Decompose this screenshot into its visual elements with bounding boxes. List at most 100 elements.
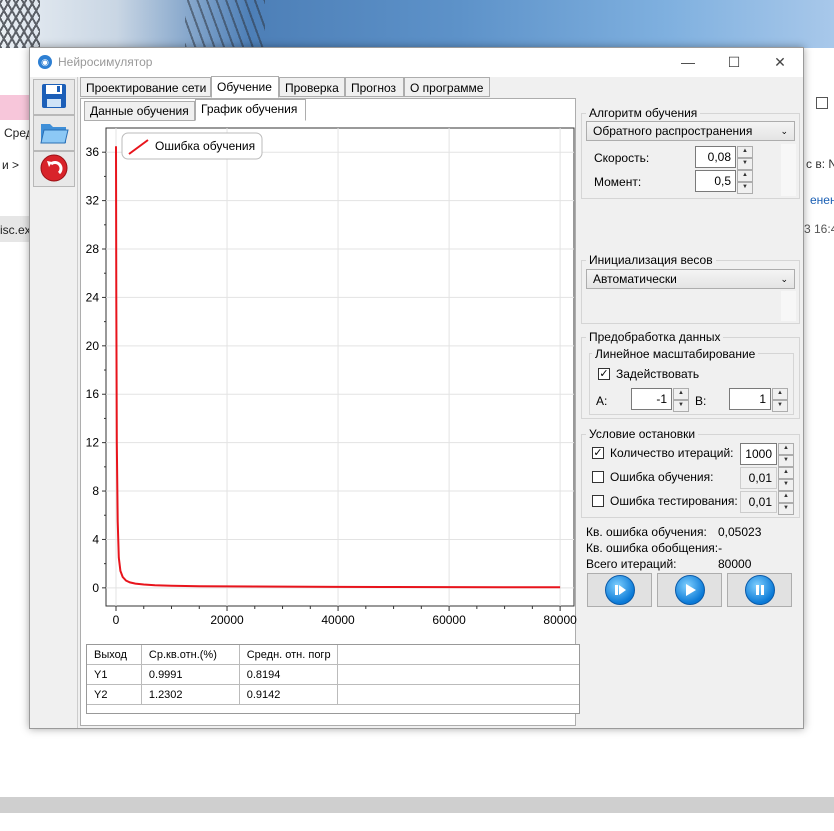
test-error-label: Ошибка тестирования: [610,494,738,508]
iterations-input[interactable]: 1000 [740,443,777,465]
init-weights-select[interactable]: Автоматически ⌄ [586,269,795,289]
table-header-row: Выход Ср.кв.отн.(%) Средн. отн. погр [87,645,579,665]
close-button[interactable]: ✕ [757,48,803,76]
test-error-checkbox[interactable] [592,495,604,507]
algorithm-group-title: Алгоритм обучения [586,106,701,120]
save-icon [40,82,68,113]
background-text: isc.ex [0,223,31,237]
algorithm-selected: Обратного распространения [593,124,753,138]
test-error-input[interactable]: 0,01 [740,491,777,513]
y-tick-label: 8 [92,484,99,498]
algorithm-select[interactable]: Обратного распространения ⌄ [586,121,795,141]
init-weights-selected: Автоматически [593,272,677,286]
b-label: B: [695,394,707,408]
main-area: Проектирование сети Обучение Проверка Пр… [78,76,803,728]
iterations-checkbox[interactable]: ✓ [592,447,604,459]
undo-button[interactable] [33,151,75,187]
train-error-checkbox[interactable] [592,471,604,483]
spin-down-icon: ▼ [778,503,794,515]
title-bar[interactable]: ◉ Нейросимулятор — ☐ ✕ [30,48,803,76]
desktop-wallpaper [0,0,834,48]
open-button[interactable] [33,115,75,151]
table-cell: Y1 [87,664,142,685]
scrollbar[interactable] [781,144,796,196]
subtab-training-chart[interactable]: График обучения [195,99,306,121]
step-icon [604,575,635,605]
spin-up-icon: ▲ [737,146,753,158]
linear-scaling-title: Линейное масштабирование [592,347,759,361]
speed-stepper[interactable]: ▲ ▼ [737,146,753,170]
y-tick-label: 16 [86,387,99,401]
iterations-stepper[interactable]: ▲ ▼ [778,443,794,467]
table-cell: 0.9142 [239,684,338,705]
app-window: ◉ Нейросимулятор — ☐ ✕ Проектирование се… [29,47,804,729]
table-row[interactable]: Y2 1.2302 0.9142 [87,684,579,705]
y-tick-label: 4 [92,532,99,546]
speed-label: Скорость: [594,151,650,165]
save-button[interactable] [33,79,75,115]
background-text: с в: Ns [806,157,834,171]
tab-training[interactable]: Обучение [211,76,279,98]
preprocessing-title: Предобработка данных [586,330,724,344]
x-tick-label: 0 [113,613,120,627]
maximize-button[interactable]: ☐ [711,48,757,76]
a-stepper[interactable]: ▲ ▼ [673,388,689,412]
training-tab-panel: Данные обучения График обучения 0 4 8 12 16 2… [80,98,580,726]
spin-up-icon: ▲ [778,467,794,479]
train-error-stepper[interactable]: ▲ ▼ [778,467,794,491]
spin-down-icon: ▼ [737,182,753,194]
iterations-stat-value: 80000 [718,557,752,571]
stop-condition-title: Условие остановки [586,427,699,441]
table-empty-cell [337,684,579,705]
window-title: Нейросимулятор [58,55,153,69]
y-tick-label: 0 [92,581,99,595]
table-row[interactable]: Y1 0.9991 0.8194 [87,664,579,685]
tab-about[interactable]: О программе [404,77,490,97]
training-chart: 0 4 8 12 16 20 24 28 32 36 0 20000 40000 60000 80000 О… [86,122,580,642]
tab-forecast[interactable]: Прогноз [345,77,404,97]
train-error-label: Ошибка обучения: [610,470,714,484]
b-input[interactable]: 1 [729,388,771,410]
enable-scaling-checkbox[interactable]: ✓ [598,368,610,380]
side-toolbar [30,77,78,728]
a-input[interactable]: -1 [631,388,672,410]
scrollbar[interactable] [781,291,796,321]
init-weights-title: Инициализация весов [586,253,716,267]
pause-button[interactable] [727,573,792,607]
folder-icon [39,118,69,149]
speed-input[interactable]: 0,08 [695,146,736,168]
iterations-label: Количество итераций: [610,446,734,460]
y-tick-label: 24 [86,290,99,304]
tab-network-design[interactable]: Проектирование сети [80,77,211,97]
minimize-button[interactable]: — [665,48,711,76]
table-cell: 0.9991 [141,664,240,685]
column-header: Выход [87,645,142,665]
moment-input[interactable]: 0,5 [695,170,736,192]
a-label: A: [596,394,608,408]
column-header: Средн. отн. погр [239,645,338,665]
test-error-stepper[interactable]: ▲ ▼ [778,491,794,515]
y-tick-label: 32 [86,194,99,208]
subtab-training-data[interactable]: Данные обучения [84,101,195,121]
table-cell: 1.2302 [141,684,240,705]
chart-legend: Ошибка обучения [121,132,263,160]
play-button[interactable] [657,573,722,607]
step-button[interactable] [587,573,652,607]
train-error-input[interactable]: 0,01 [740,467,777,489]
moment-label: Момент: [594,175,642,189]
y-tick-label: 20 [86,339,99,353]
spin-down-icon: ▼ [772,400,788,412]
legend-label: Ошибка обучения [155,139,255,153]
background-text: енени [810,193,834,207]
moment-stepper[interactable]: ▲ ▼ [737,170,753,194]
background-text: 3 16:45 [804,222,834,236]
b-stepper[interactable]: ▲ ▼ [772,388,788,412]
y-tick-label: 36 [86,145,99,159]
table-empty-cell [337,664,579,685]
generalization-error-stat: Кв. ошибка обобщения:- [586,541,723,555]
spin-down-icon: ▼ [778,455,794,467]
training-error-chart: 0 4 8 12 16 20 24 28 32 36 0 20000 40000 60000 80000 О… [86,127,577,627]
tab-validation[interactable]: Проверка [279,77,345,97]
y-tick-label: 28 [86,242,99,256]
background-window-strip [0,95,29,120]
